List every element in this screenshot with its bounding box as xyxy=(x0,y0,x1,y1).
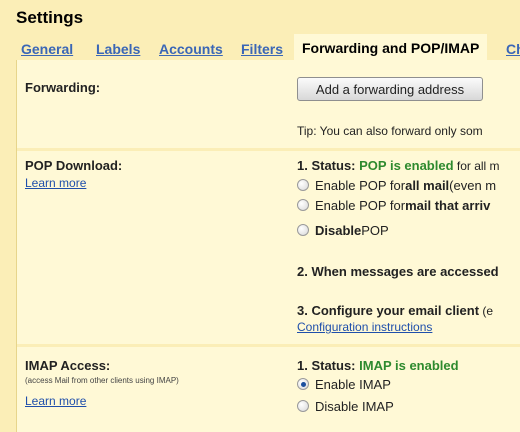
pop-option-bold: mail that arriv xyxy=(405,197,491,213)
imap-subtitle: (access Mail from other clients using IM… xyxy=(25,376,179,385)
pop-option-bold: all mail xyxy=(405,177,450,193)
pop-option-pre: Enable POP for xyxy=(315,197,406,213)
imap-status-value: IMAP is enabled xyxy=(359,358,459,373)
tab-labels[interactable]: Labels xyxy=(96,41,140,57)
forwarding-section-title: Forwarding: xyxy=(25,80,101,95)
tab-forwarding-pop-imap[interactable]: Forwarding and POP/IMAP xyxy=(294,34,488,61)
settings-tab-bar: General Labels Accounts Filters Forwardi… xyxy=(0,34,520,61)
pop-option-all-mail[interactable]: Enable POP for all mail (even m xyxy=(297,177,496,193)
pop-step-3: 3. Configure your email client (e xyxy=(297,303,493,318)
tab-filters[interactable]: Filters xyxy=(241,41,283,57)
pop-step-3-label: 3. Configure your email client xyxy=(297,303,480,318)
pop-status-suffix: for all m xyxy=(453,159,500,173)
imap-disable-radio[interactable] xyxy=(297,400,309,412)
pop-all-mail-radio[interactable] xyxy=(297,179,309,191)
pop-option-bold: Disable xyxy=(315,222,362,238)
imap-option-disable[interactable]: Disable IMAP xyxy=(297,398,394,414)
imap-option-enable[interactable]: Enable IMAP xyxy=(297,376,391,392)
section-divider xyxy=(17,148,520,151)
imap-option-label: Enable IMAP xyxy=(315,376,391,392)
pop-option-post: POP xyxy=(361,222,389,238)
tab-accounts[interactable]: Accounts xyxy=(159,41,223,57)
pop-status: 1. Status: POP is enabled for all m xyxy=(297,158,500,173)
imap-learn-more-link[interactable]: Learn more xyxy=(25,394,86,408)
pop-status-label: 1. Status: xyxy=(297,158,360,173)
imap-enable-radio[interactable] xyxy=(297,378,309,390)
settings-window: Settings General Labels Accounts Filters… xyxy=(0,0,520,432)
section-divider xyxy=(17,344,520,347)
imap-option-label: Disable IMAP xyxy=(315,398,394,414)
imap-status: 1. Status: IMAP is enabled xyxy=(297,358,459,373)
pop-mail-from-now-radio[interactable] xyxy=(297,199,309,211)
pop-learn-more-link[interactable]: Learn more xyxy=(25,176,86,190)
tab-chat[interactable]: Ch xyxy=(506,41,520,57)
forwarding-tip: Tip: You can also forward only som xyxy=(297,124,483,138)
configuration-instructions-link[interactable]: Configuration instructions xyxy=(297,320,432,334)
pop-step-2: 2. When messages are accessed xyxy=(297,264,499,279)
tab-general[interactable]: General xyxy=(21,41,73,57)
settings-panel: Forwarding: Add a forwarding address Tip… xyxy=(16,60,520,432)
add-forwarding-address-button[interactable]: Add a forwarding address xyxy=(297,77,483,101)
pop-option-post: (even m xyxy=(449,177,497,193)
pop-option-pre: Enable POP for xyxy=(315,177,406,193)
pop-step-3-suffix: (e xyxy=(479,304,494,318)
imap-status-label: 1. Status: xyxy=(297,358,360,373)
pop-option-mail-from-now[interactable]: Enable POP for mail that arriv xyxy=(297,197,490,213)
page-title: Settings xyxy=(16,8,84,27)
pop-option-disable[interactable]: Disable POP xyxy=(297,222,389,238)
imap-section-title: IMAP Access: xyxy=(25,358,111,373)
pop-section-title: POP Download: xyxy=(25,158,123,173)
pop-disable-radio[interactable] xyxy=(297,224,309,236)
pop-status-value: POP is enabled xyxy=(359,158,454,173)
